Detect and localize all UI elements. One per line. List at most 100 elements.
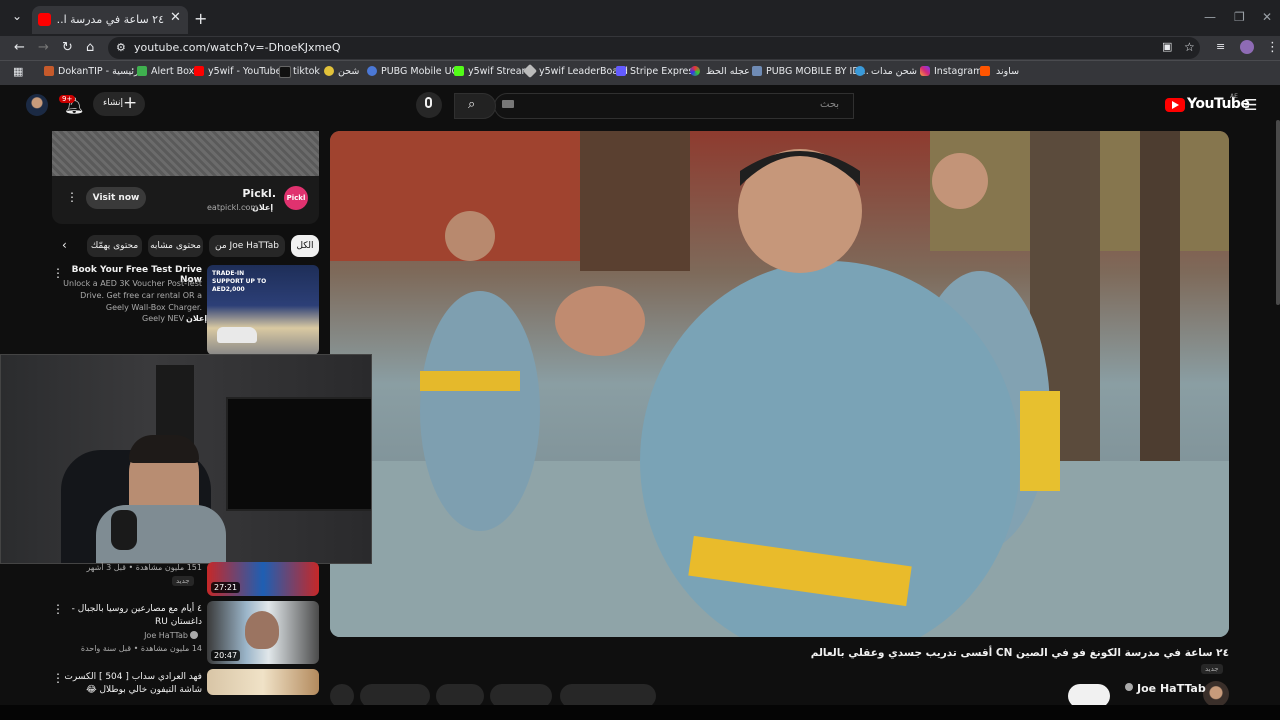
tab-close-icon[interactable]: ✕ xyxy=(170,10,181,25)
bookmark-favicon-icon xyxy=(454,66,464,76)
video-thumbnail[interactable]: 20:47 xyxy=(207,601,319,664)
ad-menu-icon[interactable]: ⋮ xyxy=(66,190,78,204)
keyboard-icon[interactable] xyxy=(502,100,514,108)
person-hair xyxy=(129,435,199,463)
apps-grid-icon[interactable]: ▦ xyxy=(13,65,23,78)
menu-dots-icon[interactable]: ⋮ xyxy=(1266,40,1279,55)
monitor-shape xyxy=(226,397,371,511)
profile-avatar[interactable] xyxy=(1240,40,1254,54)
channel-name[interactable]: Joe HaTTab xyxy=(1137,682,1206,695)
back-icon[interactable]: ← xyxy=(14,40,25,55)
bookmark-favicon-icon xyxy=(367,66,377,76)
bookmark-item[interactable]: DokanTIP - الرئيسية xyxy=(58,66,145,77)
restore-icon[interactable]: ❐ xyxy=(1234,10,1245,24)
promo-thumbnail[interactable]: TRADE-IN SUPPORT UP TO AED2,000 xyxy=(207,265,319,355)
chip-all[interactable]: الكل xyxy=(291,235,319,257)
video-meta: 151 مليون مشاهدة • قبل 3 أشهر xyxy=(86,563,202,572)
create-button[interactable]: + إنشاء xyxy=(93,92,145,116)
video-thumbnail[interactable]: 27:21 xyxy=(207,562,319,596)
bookmark-favicon-icon xyxy=(194,66,204,76)
account-avatar[interactable] xyxy=(26,94,48,116)
advertiser-logo: Pickl xyxy=(284,186,308,210)
video-channel[interactable]: Joe HaTTab xyxy=(62,631,188,640)
promo-menu-icon[interactable]: ⋮ xyxy=(52,266,64,280)
reload-icon[interactable]: ↻ xyxy=(62,40,73,55)
url-text[interactable]: youtube.com/watch?v=-DhoeKJxmeQ xyxy=(134,41,341,54)
promo-thumb-text: TRADE-IN SUPPORT UP TO AED2,000 xyxy=(212,270,267,293)
chip-related[interactable]: محتوى مشابه xyxy=(148,235,203,257)
video-duration: 27:21 xyxy=(211,582,241,593)
visit-now-button[interactable]: Visit now xyxy=(86,187,146,209)
bookmark-star-icon[interactable]: ☆ xyxy=(1184,40,1195,54)
reading-list-icon[interactable]: ≡ xyxy=(1216,40,1225,53)
voice-search-button[interactable] xyxy=(416,92,442,118)
bookmark-favicon-icon xyxy=(324,66,334,76)
plus-icon: + xyxy=(123,93,138,113)
new-tab-button[interactable]: + xyxy=(194,9,207,28)
thumb-face-shape xyxy=(245,611,279,649)
search-icon: ⌕ xyxy=(468,97,476,112)
bottom-bar xyxy=(0,705,1280,720)
instagram-icon xyxy=(920,66,930,76)
youtube-favicon-icon xyxy=(38,13,51,26)
bookmark-favicon-icon xyxy=(690,66,700,76)
notification-count-badge: 9+ xyxy=(59,95,76,103)
bookmark-item[interactable]: y5wif Stream xyxy=(468,66,531,77)
bookmark-item[interactable]: Stripe Express xyxy=(630,66,698,77)
bookmark-favicon-icon xyxy=(616,66,626,76)
tab-list-chevron-icon[interactable]: ⌄ xyxy=(12,9,22,23)
site-info-icon[interactable]: ⚙ xyxy=(116,41,126,54)
chip-from-channel[interactable]: من Joe HaTTab xyxy=(209,235,285,257)
bookmark-item[interactable]: y5wif LeaderBoard xyxy=(539,66,628,77)
bookmark-item[interactable]: tiktok xyxy=(293,66,320,77)
forward-icon[interactable]: → xyxy=(38,40,49,55)
play-triangle xyxy=(1172,101,1179,109)
microphone-shape xyxy=(111,510,137,550)
youtube-wordmark: YouTube xyxy=(1187,96,1250,112)
promo-advertiser: Geely NEV xyxy=(142,314,185,323)
soundcloud-icon xyxy=(980,66,990,76)
page-scrollbar[interactable] xyxy=(1276,120,1280,305)
chip-recommended[interactable]: محتوى يهمّك xyxy=(87,235,142,257)
video-duration: 20:47 xyxy=(211,650,241,661)
video-title[interactable]: ٤ أيام مع مصارعين روسيا بالجبال - داغستا… xyxy=(62,603,202,629)
bookmark-item[interactable]: PUBG Mobile UC xyxy=(381,66,458,77)
minimize-icon[interactable]: — xyxy=(1204,10,1216,24)
home-icon[interactable]: ⌂ xyxy=(86,40,94,55)
verified-icon xyxy=(190,631,198,639)
bookmark-favicon-icon xyxy=(752,66,762,76)
video-menu-icon[interactable]: ⋮ xyxy=(52,602,64,616)
search-button[interactable]: ⌕ xyxy=(454,93,496,119)
create-label: إنشاء xyxy=(103,98,124,108)
bookmark-favicon-icon xyxy=(855,66,865,76)
promo-ad-label: إعلان xyxy=(186,314,208,323)
video-player[interactable] xyxy=(330,131,1229,637)
channel-avatar[interactable] xyxy=(1203,681,1229,707)
search-placeholder: بحث xyxy=(820,99,840,110)
video-meta: 14 مليون مشاهدة • قبل سنة واحدة xyxy=(80,644,202,653)
video-title: ٢٤ ساعة في مدرسة الكونغ فو في الصين CN أ… xyxy=(810,647,1229,659)
close-window-icon[interactable]: ✕ xyxy=(1262,10,1272,24)
bookmark-item[interactable]: y5wif - YouTube xyxy=(208,66,282,77)
search-input[interactable] xyxy=(494,93,854,119)
cast-icon[interactable]: ▣ xyxy=(1162,40,1172,53)
video-menu-icon[interactable]: ⋮ xyxy=(52,671,64,685)
new-badge: جديد xyxy=(1201,664,1223,674)
ad-banner-image[interactable] xyxy=(52,131,319,176)
bookmark-favicon-icon xyxy=(44,66,54,76)
bookmark-favicon-icon xyxy=(279,66,291,78)
bookmark-item[interactable]: PUBG MOBILE BY ID... xyxy=(766,66,869,77)
youtube-play-icon xyxy=(1165,98,1185,112)
bookmark-item[interactable]: Alert Box xyxy=(151,66,194,77)
car-shape xyxy=(217,327,257,343)
video-thumbnail[interactable] xyxy=(207,669,319,695)
bookmark-item[interactable]: ساوند xyxy=(996,66,1019,77)
chips-prev-icon[interactable]: ‹ xyxy=(62,238,67,252)
video-title[interactable]: فهد العرادي سداب [ 504 ] الكسرت شاشة الت… xyxy=(62,671,202,697)
tab-title: ٢٤ ساعة في مدرسة ا...(2401) xyxy=(56,13,164,26)
advertiser-name: Pickl. xyxy=(242,187,276,200)
bookmark-item[interactable]: عجله الحظ xyxy=(706,66,750,77)
bookmark-item[interactable]: شحن xyxy=(338,66,359,77)
bookmark-item[interactable]: شحن مدات xyxy=(871,66,917,77)
bookmark-item[interactable]: Instagram xyxy=(934,66,982,77)
